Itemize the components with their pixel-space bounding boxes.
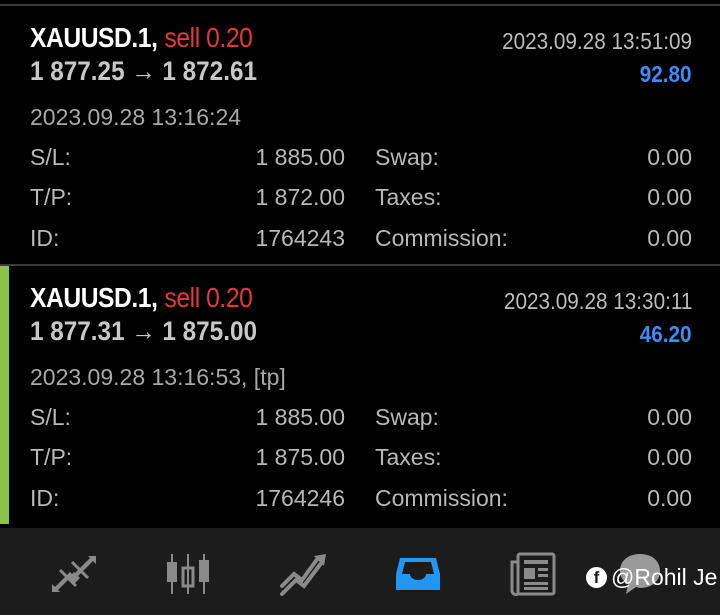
deal-open-time: 2023.09.28 13:16:24 <box>30 104 242 130</box>
facebook-icon: f <box>586 566 607 588</box>
deal-separator: , <box>151 22 158 53</box>
tp-value: 1 872.00 <box>255 184 345 210</box>
nav-news[interactable] <box>506 546 562 602</box>
nav-quotes[interactable] <box>46 546 102 602</box>
deal-item[interactable]: XAUUSD.1, sell 0.20 2023.09.28 13:51:09 1… <box>0 6 720 264</box>
history-inbox-icon <box>396 558 440 590</box>
deal-open-time: 2023.09.28 13:16:53, [tp] <box>30 364 286 390</box>
nav-history[interactable] <box>390 546 446 602</box>
deal-separator: , <box>151 282 158 313</box>
id-value: 1764246 <box>255 485 345 511</box>
deal-row-tp-taxes: T/P: 1 872.00 Taxes: 0.00 <box>30 184 692 214</box>
swap-value: 0.00 <box>647 404 692 430</box>
taxes-value: 0.00 <box>647 184 692 210</box>
sl-label: S/L: <box>30 144 71 170</box>
deal-symbol-line: XAUUSD.1, sell 0.20 <box>30 282 253 314</box>
tp-label: T/P: <box>30 184 73 210</box>
nav-chart[interactable] <box>160 546 216 602</box>
deal-item-selected[interactable]: XAUUSD.1, sell 0.20 2023.09.28 13:30:11 1… <box>0 266 720 524</box>
deal-row-id-commission: ID: 1764246 Commission: 0.00 <box>30 485 692 515</box>
commission-label: Commission: <box>375 485 508 511</box>
quotes-arrows-icon <box>52 556 96 592</box>
sl-label: S/L: <box>30 404 71 430</box>
taxes-label: Taxes: <box>375 444 442 470</box>
deal-row-tp-taxes: T/P: 1 875.00 Taxes: 0.00 <box>30 444 692 474</box>
deal-profit: 92.80 <box>640 61 692 87</box>
deal-symbol: XAUUSD.1 <box>30 282 152 313</box>
deal-row-id-commission: ID: 1764243 Commission: 0.00 <box>30 225 692 255</box>
id-label: ID: <box>30 485 60 511</box>
sl-value: 1 885.00 <box>255 144 345 170</box>
candlestick-chart-icon <box>167 554 209 594</box>
deal-close-time: 2023.09.28 13:30:11 <box>503 288 692 314</box>
deal-prices: 1 877.31 → 1 875.00 <box>30 316 257 346</box>
deal-row-sl-swap: S/L: 1 885.00 Swap: 0.00 <box>30 144 692 174</box>
commission-value: 0.00 <box>647 225 692 251</box>
nav-trade[interactable] <box>276 546 332 602</box>
deal-symbol: XAUUSD.1 <box>30 22 152 53</box>
watermark-text: @Rohil Je <box>611 563 718 590</box>
deal-side: sell 0.20 <box>164 22 253 53</box>
taxes-label: Taxes: <box>375 184 442 210</box>
swap-label: Swap: <box>375 404 439 430</box>
id-value: 1764243 <box>255 225 345 251</box>
deal-symbol-line: XAUUSD.1, sell 0.20 <box>30 22 253 54</box>
id-label: ID: <box>30 225 60 251</box>
deal-row-sl-swap: S/L: 1 885.00 Swap: 0.00 <box>30 404 692 434</box>
swap-value: 0.00 <box>647 144 692 170</box>
deal-prices: 1 877.25 → 1 872.61 <box>30 56 257 86</box>
news-icon <box>510 552 556 597</box>
deal-side: sell 0.20 <box>164 282 253 313</box>
tp-label: T/P: <box>30 444 73 470</box>
deal-profit: 46.20 <box>640 321 692 347</box>
commission-value: 0.00 <box>647 485 692 511</box>
deal-close-time: 2023.09.28 13:51:09 <box>502 28 692 54</box>
sl-value: 1 885.00 <box>255 404 345 430</box>
commission-label: Commission: <box>375 225 508 251</box>
tp-value: 1 875.00 <box>255 444 345 470</box>
selection-accent-bar <box>0 266 9 524</box>
trade-chart-icon <box>280 554 326 596</box>
watermark: f @Rohil Je <box>586 562 717 592</box>
swap-label: Swap: <box>375 144 439 170</box>
taxes-value: 0.00 <box>647 444 692 470</box>
